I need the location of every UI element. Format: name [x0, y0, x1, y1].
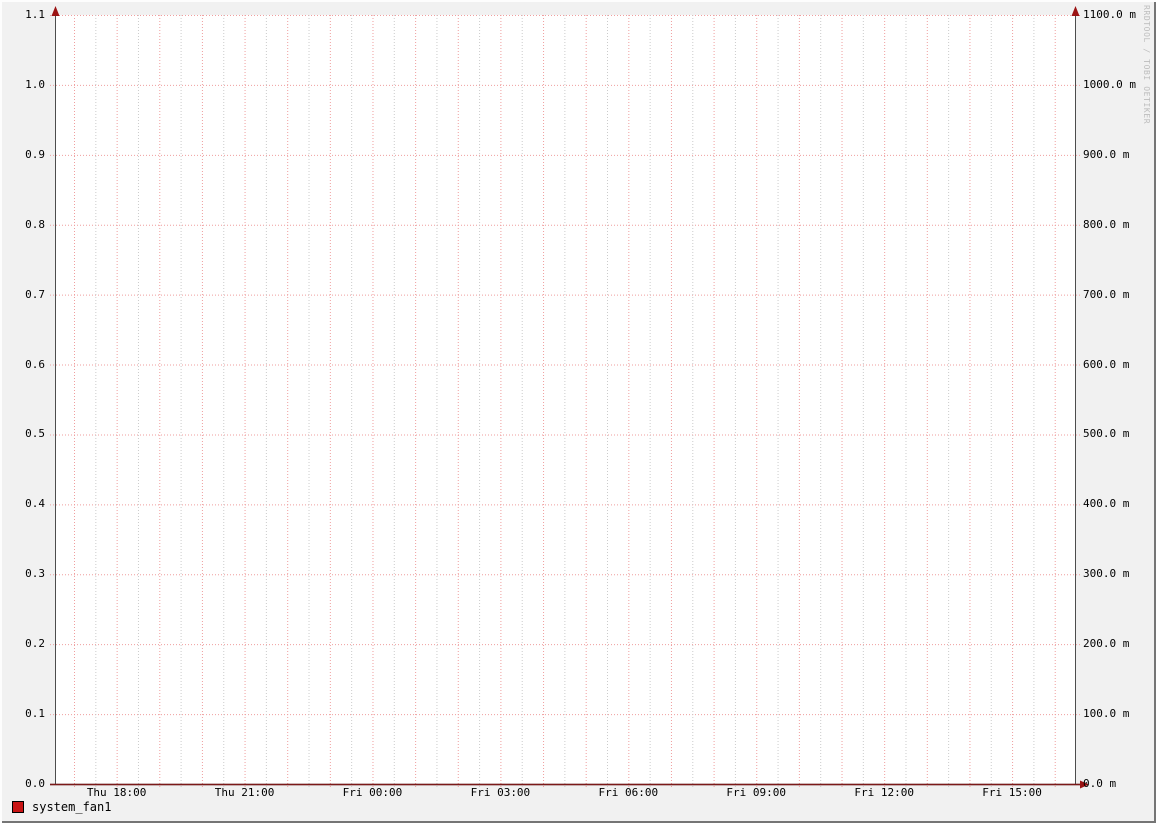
rrdtool-graph: 0.0 0.1 0.2 0.3 0.4 0.5 0.6 0.7 0.8 0.9 1.0 1.1 0.0 … [0, 0, 1156, 823]
rrdtool-watermark: RRDTOOL / TOBI OETIKER [1142, 5, 1151, 125]
x-axis-arrow-icon [1080, 780, 1089, 789]
legend-label: system_fan1 [32, 800, 112, 814]
plot-area [56, 15, 1076, 784]
legend-swatch-icon [12, 801, 24, 813]
y-axis-left-arrow-icon [51, 6, 60, 16]
legend: system_fan1 [12, 800, 111, 814]
chart-canvas [50, 6, 1089, 789]
y-axis-right-arrow-icon [1071, 6, 1080, 16]
